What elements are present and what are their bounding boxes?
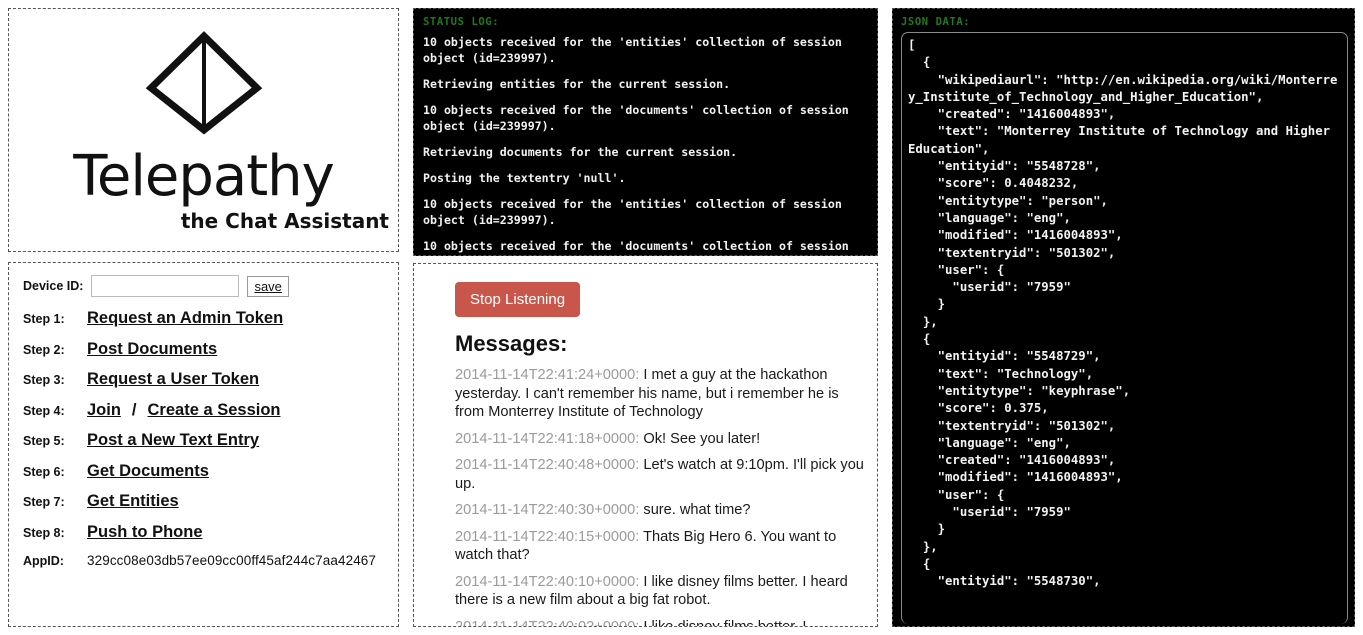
status-log-line: Retrieving documents for the current ses…: [423, 145, 738, 159]
steps-list: Step 1: Request an Admin Token Step 2: Post…: [23, 309, 384, 542]
step-link-4-1[interactable]: Join: [87, 401, 121, 420]
step-link-4-2[interactable]: Create a Session: [148, 401, 281, 420]
message-timestamp: 2014-11-14T22:40:10+0000:: [455, 573, 644, 590]
brand-tagline: the Chat Assistant: [180, 209, 389, 233]
steps-panel: Device ID: save Step 1: Request an Admin …: [8, 262, 399, 627]
step-link-6-1[interactable]: Get Documents: [87, 462, 209, 481]
json-data-panel: JSON DATA: [ { "wikipediaurl": "http://e…: [892, 8, 1355, 627]
appid-value: 329cc08e03db57ee09cc00ff45af244c7aa42467: [87, 553, 377, 568]
appid-label: AppID:: [23, 554, 64, 568]
json-data-content: [ { "wikipediaurl": "http://en.wikipedia…: [908, 38, 1338, 589]
status-log-panel: STATUS LOG: 10 objects received for the …: [413, 8, 878, 256]
message-timestamp: 2014-11-14T22:40:15+0000:: [455, 528, 644, 545]
message-item: 2014-11-14T22:40:15+0000: Thats Big Hero…: [455, 528, 867, 565]
messages-panel: Stop Listening Messages: 2014-11-14T22:4…: [413, 263, 878, 627]
json-data-title: JSON DATA:: [901, 16, 971, 28]
brand-name: Telepathy: [73, 144, 335, 209]
step-label: Step 6:: [23, 464, 65, 479]
step-row: Step 1: Request an Admin Token: [23, 309, 384, 328]
app-root: Telepathy the Chat Assistant Device ID: …: [0, 0, 1363, 635]
device-id-row: Device ID: save: [23, 275, 384, 297]
step-separator: /: [131, 400, 137, 419]
step-row: Step 6: Get Documents: [23, 462, 384, 481]
status-log-line: Retrieving entities for the current sess…: [423, 77, 731, 91]
status-log-line: 10 objects received for the 'documents' …: [423, 103, 849, 133]
message-text: sure. what time?: [643, 502, 751, 518]
step-row: Step 5: Post a New Text Entry: [23, 431, 384, 450]
step-link-3-1[interactable]: Request a User Token: [87, 370, 259, 389]
step-label: Step 2:: [23, 342, 65, 357]
message-item: 2014-11-14T22:40:30+0000: sure. what tim…: [455, 501, 867, 520]
message-timestamp: 2014-11-14T22:40:48+0000:: [455, 457, 644, 473]
step-link-1-1[interactable]: Request an Admin Token: [87, 309, 283, 328]
step-label: Step 8:: [23, 525, 65, 540]
json-data-scroll-box[interactable]: [ { "wikipediaurl": "http://en.wikipedia…: [901, 32, 1348, 624]
status-log-line: Posting the textentry 'null'.: [423, 171, 626, 185]
status-log-line: 10 objects received for the 'documents' …: [423, 239, 849, 253]
status-log-line: 10 objects received for the 'entities' c…: [423, 197, 842, 227]
step-label: Step 1:: [23, 312, 65, 326]
status-log-line: 10 objects received for the 'entities' c…: [423, 35, 842, 65]
message-timestamp: 2014-11-14T22:40:30+0000:: [455, 502, 644, 518]
step-link-8-1[interactable]: Push to Phone: [87, 523, 203, 542]
step-label: Step 3:: [23, 373, 65, 387]
pyramid-diamond-logo-icon: [144, 31, 264, 135]
step-row: Step 3: Request a User Token: [23, 370, 384, 389]
step-label: Step 4:: [23, 403, 65, 418]
step-label: Step 5:: [23, 434, 65, 448]
step-row: Step 2: Post Documents: [23, 340, 384, 359]
step-label: Step 7:: [23, 495, 65, 509]
message-timestamp: 2014-11-14T22:40:02+0000:: [455, 618, 644, 627]
message-timestamp: 2014-11-14T22:41:18+0000:: [455, 430, 644, 447]
step-link-5-1[interactable]: Post a New Text Entry: [87, 431, 259, 450]
messages-list: 2014-11-14T22:41:24+0000: I met a guy at…: [455, 366, 867, 627]
message-timestamp: 2014-11-14T22:41:24+0000:: [455, 367, 644, 383]
step-link-2-1[interactable]: Post Documents: [87, 340, 217, 359]
messages-heading: Messages:: [455, 331, 568, 356]
appid-row: AppID: 329cc08e03db57ee09cc00ff45af244c7…: [23, 553, 384, 568]
stop-listening-button[interactable]: Stop Listening: [455, 282, 581, 317]
message-item: 2014-11-14T22:41:24+0000: I met a guy at…: [455, 366, 867, 422]
message-item: 2014-11-14T22:40:48+0000: Let's watch at…: [455, 456, 867, 493]
message-item: 2014-11-14T22:40:10+0000: I like disney …: [455, 573, 867, 610]
step-row: Step 4: Join / Create a Session: [23, 401, 384, 420]
message-text: I like disney films better. I: [643, 618, 807, 627]
branding-panel: Telepathy the Chat Assistant: [8, 8, 399, 252]
step-row: Step 7: Get Entities: [23, 492, 384, 511]
step-link-7-1[interactable]: Get Entities: [87, 492, 179, 511]
message-item: 2014-11-14T22:40:02+0000: I like disney …: [455, 618, 867, 627]
message-text: Ok! See you later!: [643, 430, 761, 447]
device-id-label: Device ID:: [23, 279, 84, 293]
status-log-lines: 10 objects received for the 'entities' c…: [423, 34, 869, 255]
message-item: 2014-11-14T22:41:18+0000: Ok! See you la…: [455, 430, 867, 449]
status-log-title: STATUS LOG:: [423, 16, 500, 28]
save-button[interactable]: save: [247, 275, 289, 297]
step-row: Step 8: Push to Phone: [23, 523, 384, 542]
device-id-input[interactable]: [91, 275, 240, 297]
